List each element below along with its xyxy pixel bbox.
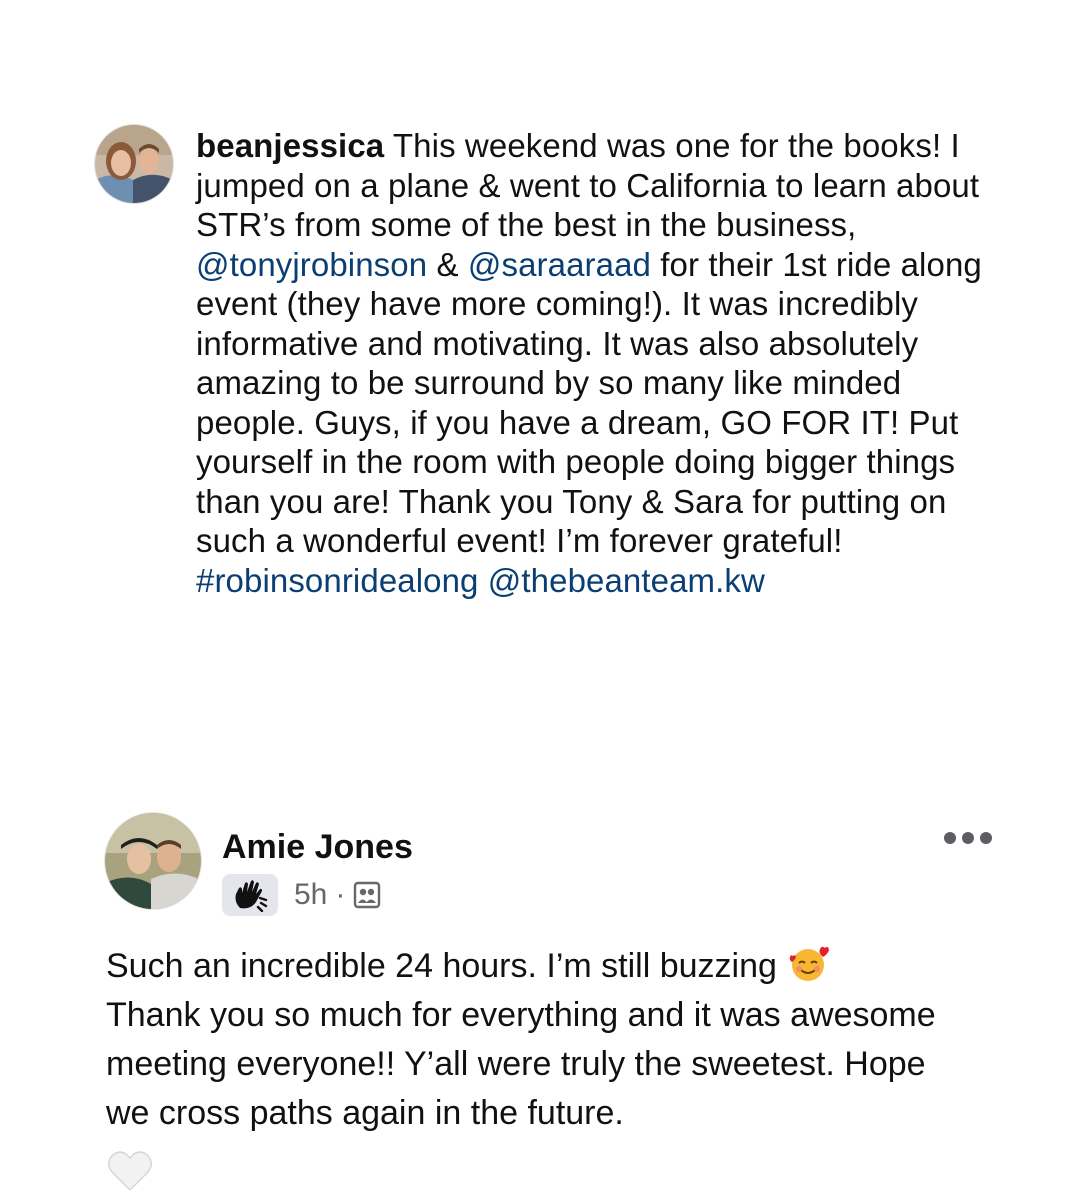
wave-hand-icon[interactable]: [222, 874, 278, 916]
post-meta: 5h ·: [222, 874, 381, 916]
comment-text-line: Such an incredible 24 hours. I’m still b…: [106, 947, 777, 985]
meta-separator: ·: [335, 878, 346, 911]
more-options-icon[interactable]: [944, 828, 992, 848]
comment-text-line: Thank you so much for everything and it …: [106, 996, 936, 1132]
instagram-avatar[interactable]: [94, 124, 174, 204]
username[interactable]: beanjessica: [196, 127, 384, 164]
avatar-photo: [105, 813, 201, 909]
white-heart-icon: [106, 1148, 154, 1190]
caption-text: for their 1st ride along event (they hav…: [196, 245, 982, 560]
comment-text: Such an incredible 24 hours. I’m still b…: [106, 942, 946, 1138]
avatar-photo: [95, 125, 173, 203]
facebook-avatar[interactable]: [104, 812, 202, 910]
caption-ampersand: &: [436, 245, 459, 283]
mention-link[interactable]: @thebeanteam.kw: [488, 562, 765, 599]
friends-audience-icon[interactable]: [353, 881, 381, 909]
instagram-caption: beanjessica This weekend was one for the…: [196, 126, 996, 600]
mention-link[interactable]: @saraaraad: [468, 246, 651, 283]
hashtag-link[interactable]: #robinsonridealong: [196, 562, 479, 599]
facebook-post: Amie Jones 5h · Such an incredible 24 ho…: [104, 812, 1004, 1190]
mention-link[interactable]: @tonyjrobinson: [196, 246, 427, 283]
post-time[interactable]: 5h: [294, 878, 327, 912]
smiling-face-with-hearts-icon: [790, 946, 830, 981]
author-name[interactable]: Amie Jones: [222, 828, 413, 867]
